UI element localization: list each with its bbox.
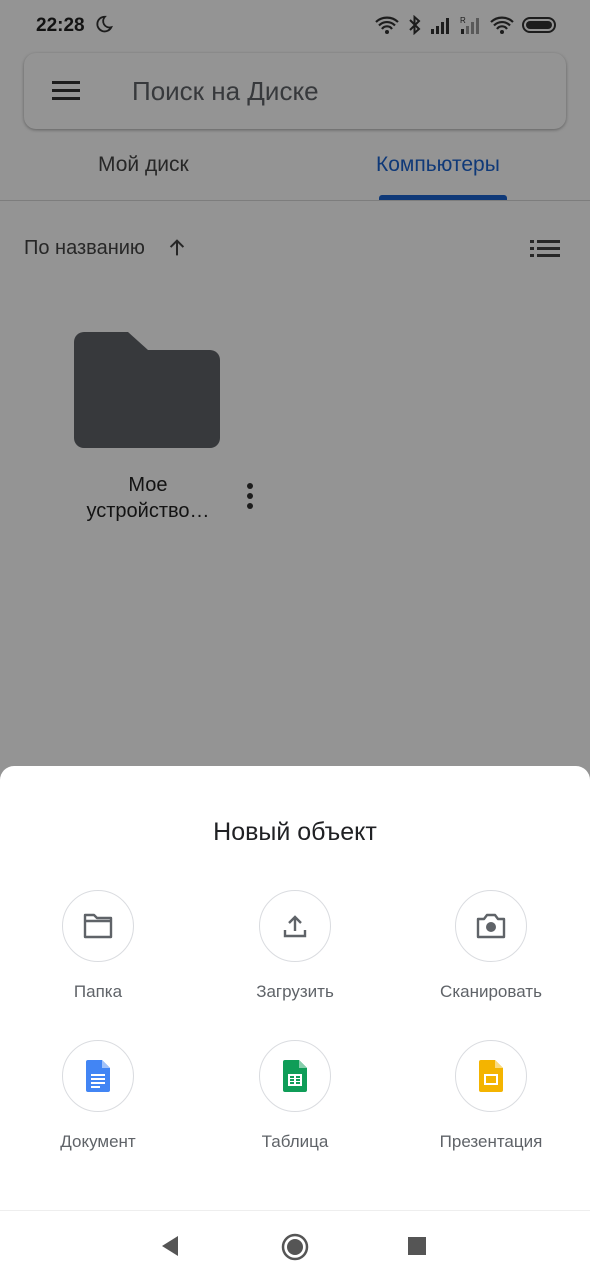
recents-icon[interactable]: [408, 1237, 426, 1255]
scan-button[interactable]: Сканировать: [393, 890, 589, 1020]
upload-button[interactable]: Загрузить: [197, 890, 393, 1020]
action-circle[interactable]: [62, 890, 134, 962]
camera-icon: [476, 913, 506, 939]
docs-icon: [86, 1060, 110, 1092]
new-spreadsheet-button[interactable]: Таблица: [197, 1040, 393, 1170]
action-label: Сканировать: [440, 982, 542, 1001]
action-circle[interactable]: [62, 1040, 134, 1112]
action-label: Таблица: [261, 1132, 329, 1151]
upload-icon: [283, 915, 307, 938]
back-icon[interactable]: [160, 1235, 180, 1257]
new-item-bottom-sheet: Новый объект Папка Загрузить Сканировать: [0, 766, 590, 1210]
action-circle[interactable]: [455, 890, 527, 962]
new-document-button[interactable]: Документ: [0, 1040, 196, 1170]
action-circle[interactable]: [259, 890, 331, 962]
action-circle[interactable]: [259, 1040, 331, 1112]
action-label: Презентация: [439, 1132, 543, 1151]
action-label: Документ: [60, 1132, 136, 1151]
folder-outline-icon: [83, 913, 113, 939]
action-label: Загрузить: [256, 982, 334, 1001]
home-icon[interactable]: [281, 1233, 309, 1261]
sheets-icon: [283, 1060, 307, 1092]
slides-icon: [479, 1060, 503, 1092]
action-label: Папка: [73, 982, 123, 1001]
new-folder-button[interactable]: Папка: [0, 890, 196, 1020]
action-circle[interactable]: [455, 1040, 527, 1112]
system-nav-bar: [0, 1210, 590, 1280]
sheet-title: Новый объект: [213, 818, 377, 846]
new-presentation-button[interactable]: Презентация: [393, 1040, 589, 1170]
